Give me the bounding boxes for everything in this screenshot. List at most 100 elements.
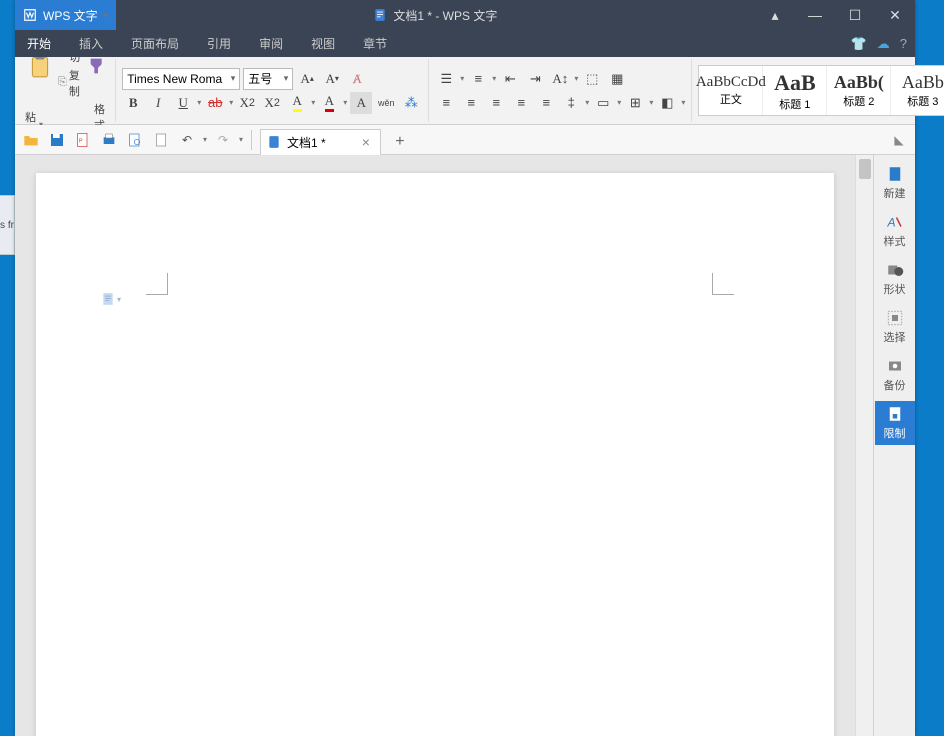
clear-format-button[interactable]: Ⱥ: [346, 68, 368, 90]
format-painter-icon[interactable]: [87, 55, 109, 77]
indent-left-button[interactable]: ⇤: [499, 68, 521, 90]
app-dropdown-icon[interactable]: ▾: [104, 11, 108, 20]
text-direction-button[interactable]: A↕: [549, 68, 571, 90]
close-tab-button[interactable]: ×: [362, 134, 370, 150]
wps-logo-icon: [23, 8, 37, 22]
style-heading3[interactable]: AaBb标题 3: [891, 66, 944, 115]
side-shape[interactable]: 形状: [875, 257, 915, 301]
align-left-button[interactable]: ≡: [435, 92, 457, 114]
redo-button[interactable]: ↷: [213, 130, 233, 150]
style-heading2[interactable]: AaBb(标题 2: [827, 66, 891, 115]
highlight-button[interactable]: A: [286, 92, 308, 114]
style-heading1[interactable]: AaB标题 1: [763, 66, 827, 115]
pinyin-button[interactable]: wěn: [375, 92, 397, 114]
underline-button[interactable]: U: [172, 92, 194, 114]
document-page[interactable]: ▾: [36, 173, 834, 736]
align-right-button[interactable]: ≡: [485, 92, 507, 114]
export-pdf-button[interactable]: P: [73, 130, 93, 150]
page-options-button[interactable]: ▾: [101, 291, 121, 307]
superscript-button[interactable]: X2: [236, 92, 258, 114]
menu-bar: 开始 插入 页面布局 引用 审阅 视图 章节 👕 ☁ ?: [15, 30, 915, 57]
open-button[interactable]: [21, 130, 41, 150]
font-group: Times New Roma▾ 五号▾ A▴ A▾ Ⱥ B I U▾ ab▾ X…: [116, 59, 429, 122]
help-dropdown-icon[interactable]: ▴: [755, 0, 795, 30]
vertical-scrollbar[interactable]: [855, 155, 873, 736]
shape-icon: [886, 261, 904, 279]
ribbon: ✂剪切 ⎘复制 粘贴▾ 格式刷 Times New Roma▾ 五号▾ A▴ A…: [15, 57, 915, 125]
minimize-button[interactable]: —: [795, 0, 835, 30]
app-badge[interactable]: WPS 文字 ▾: [15, 0, 116, 30]
margin-mark-top-right: [712, 273, 734, 295]
menu-insert[interactable]: 插入: [75, 31, 107, 56]
numbering-button[interactable]: ≡: [467, 68, 489, 90]
menu-chapter[interactable]: 章节: [359, 31, 391, 56]
shading-button[interactable]: ▭: [592, 92, 614, 114]
app-name: WPS 文字: [43, 7, 98, 24]
bold-button[interactable]: B: [122, 92, 144, 114]
window-title: 文档1 * - WPS 文字: [116, 7, 755, 24]
print-preview-button[interactable]: [125, 130, 145, 150]
strikethrough-button[interactable]: ab: [204, 92, 226, 114]
canvas-area[interactable]: ▾: [15, 155, 855, 736]
doc-tab-label: 文档1 *: [287, 134, 326, 151]
menu-ref[interactable]: 引用: [203, 31, 235, 56]
menu-view[interactable]: 视图: [307, 31, 339, 56]
doc-small-icon: [373, 8, 387, 22]
char-border-button[interactable]: ⁂: [400, 92, 422, 114]
menu-layout[interactable]: 页面布局: [127, 31, 183, 56]
para-settings-button[interactable]: ◧: [656, 92, 678, 114]
show-marks-button[interactable]: ▦: [606, 68, 628, 90]
style-normal[interactable]: AaBbCcDd正文: [699, 66, 763, 115]
grow-font-button[interactable]: A▴: [296, 68, 318, 90]
shrink-font-button[interactable]: A▾: [321, 68, 343, 90]
new-doc-icon: [886, 165, 904, 183]
doc-tab-icon: [267, 135, 281, 149]
copy-button[interactable]: ⎘复制: [58, 67, 80, 99]
skin-icon[interactable]: 👕: [851, 36, 867, 52]
divider: [251, 130, 252, 150]
menu-review[interactable]: 审阅: [255, 31, 287, 56]
print-button[interactable]: [99, 130, 119, 150]
font-size-select[interactable]: 五号▾: [243, 68, 293, 90]
line-spacing-button[interactable]: ⬚: [581, 68, 603, 90]
collapse-ribbon-button[interactable]: ◣: [889, 130, 909, 150]
side-limit[interactable]: 限制: [875, 401, 915, 445]
align-distribute-button[interactable]: ≡: [535, 92, 557, 114]
undo-button[interactable]: ↶: [177, 130, 197, 150]
svg-text:A: A: [886, 216, 895, 230]
font-name-select[interactable]: Times New Roma▾: [122, 68, 240, 90]
side-select[interactable]: 选择: [875, 305, 915, 349]
char-shading-button[interactable]: A: [350, 92, 372, 114]
align-center-button[interactable]: ≡: [460, 92, 482, 114]
quick-access-bar: P ↶▾ ↷▾ 文档1 * × + ◣: [15, 125, 915, 155]
new-tab-button[interactable]: +: [387, 129, 413, 155]
side-panel: 新建 A样式 形状 选择 备份 限制: [873, 155, 915, 736]
subscript-button[interactable]: X2: [261, 92, 283, 114]
document-tab[interactable]: 文档1 * ×: [260, 129, 381, 155]
close-button[interactable]: ✕: [875, 0, 915, 30]
line-height-button[interactable]: ‡: [560, 92, 582, 114]
side-backup[interactable]: 备份: [875, 353, 915, 397]
margin-mark-top-left: [146, 273, 168, 295]
page-setup-button[interactable]: [151, 130, 171, 150]
indent-right-button[interactable]: ⇥: [524, 68, 546, 90]
page-icon: [101, 291, 115, 307]
cloud-icon[interactable]: ☁: [877, 36, 890, 52]
maximize-button[interactable]: ☐: [835, 0, 875, 30]
scroll-thumb[interactable]: [859, 159, 871, 179]
font-color-button[interactable]: A: [318, 92, 340, 114]
menu-start[interactable]: 开始: [23, 31, 55, 56]
backup-icon: [886, 357, 904, 375]
borders-button[interactable]: ⊞: [624, 92, 646, 114]
window-controls: ▴ — ☐ ✕: [755, 0, 915, 30]
svg-text:P: P: [79, 138, 83, 144]
side-style[interactable]: A样式: [875, 209, 915, 253]
style-icon: A: [886, 213, 904, 231]
side-new[interactable]: 新建: [875, 161, 915, 205]
bullets-button[interactable]: ☰: [435, 68, 457, 90]
italic-button[interactable]: I: [147, 92, 169, 114]
save-button[interactable]: [47, 130, 67, 150]
style-gallery[interactable]: AaBbCcDd正文 AaB标题 1 AaBb(标题 2 AaBb标题 3: [698, 65, 944, 116]
help-icon[interactable]: ?: [900, 36, 907, 51]
align-justify-button[interactable]: ≡: [510, 92, 532, 114]
